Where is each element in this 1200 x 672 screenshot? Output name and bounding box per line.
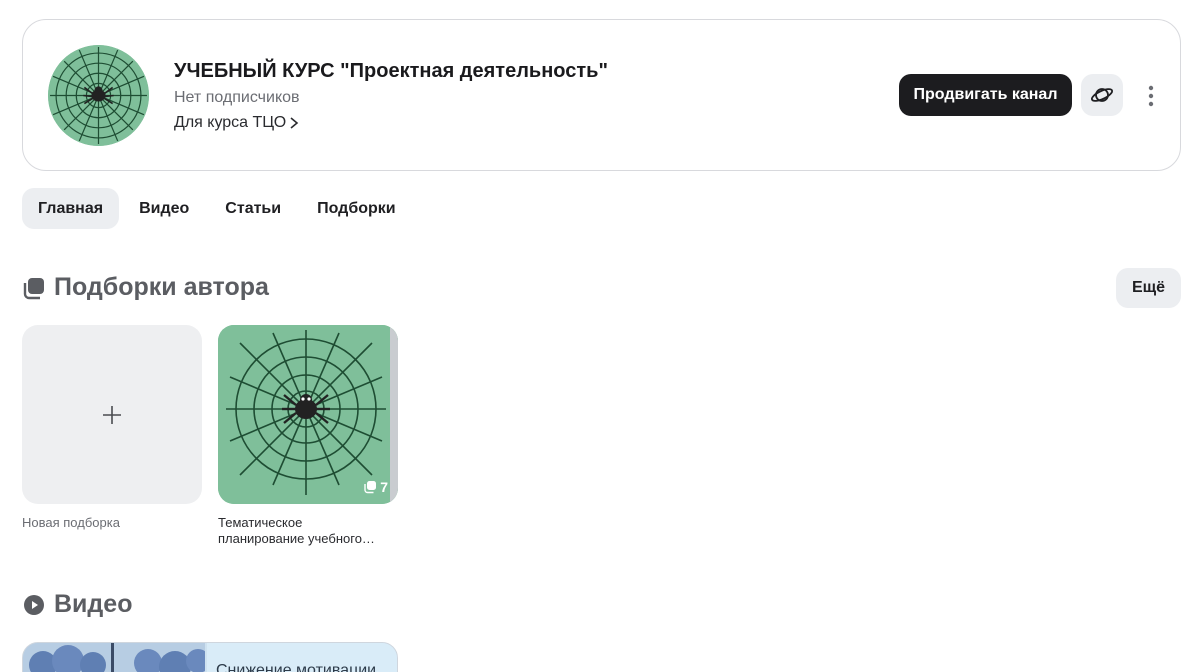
kebab-menu-icon <box>1148 85 1154 107</box>
videos-heading: Видео <box>22 590 132 619</box>
collections-heading: Подборки автора <box>22 273 269 302</box>
video-icon <box>24 594 44 615</box>
channel-description-link[interactable]: Для курса ТЦО <box>174 114 299 132</box>
collection-caption-line-2: планирование учебного… <box>218 531 375 546</box>
collection-caption-line-1: Тематическое <box>218 515 303 530</box>
planet-button[interactable] <box>1081 74 1123 116</box>
spider-web-icon <box>48 45 149 146</box>
clouds-image <box>23 643 210 672</box>
spider-web-cover-image <box>218 325 398 504</box>
collection-count: 7 <box>380 479 388 495</box>
spider-icon <box>282 394 330 424</box>
planet-icon <box>1090 88 1114 102</box>
collections-icon <box>364 481 377 494</box>
channel-tabs: Главная Видео Статьи Подборки <box>22 188 412 229</box>
new-collection-label: Новая подборка <box>22 515 120 530</box>
tab-collections[interactable]: Подборки <box>301 188 412 229</box>
videos-title: Видео <box>54 590 133 618</box>
subscriber-count: Нет подписчиков <box>174 89 300 106</box>
channel-header-card: УЧЕБНЫЙ КУРС "Проектная деятельность" Не… <box>22 19 1181 171</box>
tab-video[interactable]: Видео <box>123 188 205 229</box>
collections-title: Подборки автора <box>54 273 269 301</box>
video-title: Снижение мотивации <box>216 662 377 672</box>
chevron-right-icon <box>290 117 299 129</box>
channel-avatar[interactable] <box>48 45 149 146</box>
collection-caption[interactable]: Тематическое планирование учебного… <box>218 515 398 547</box>
collections-icon <box>23 277 44 299</box>
channel-description: Для курса ТЦО <box>174 114 287 131</box>
collection-card[interactable]: 7 <box>218 325 398 504</box>
more-options-button[interactable] <box>1137 80 1165 112</box>
channel-title: УЧЕБНЫЙ КУРС "Проектная деятельность" <box>174 60 608 82</box>
tab-articles[interactable]: Статьи <box>209 188 297 229</box>
video-thumbnail <box>23 643 210 672</box>
collection-count-badge: 7 <box>363 479 388 495</box>
plus-icon <box>103 405 121 424</box>
new-collection-button[interactable] <box>22 325 202 504</box>
more-collections-button[interactable]: Ещё <box>1116 268 1181 308</box>
promote-channel-button[interactable]: Продвигать канал <box>899 74 1072 116</box>
tab-main[interactable]: Главная <box>22 188 120 229</box>
